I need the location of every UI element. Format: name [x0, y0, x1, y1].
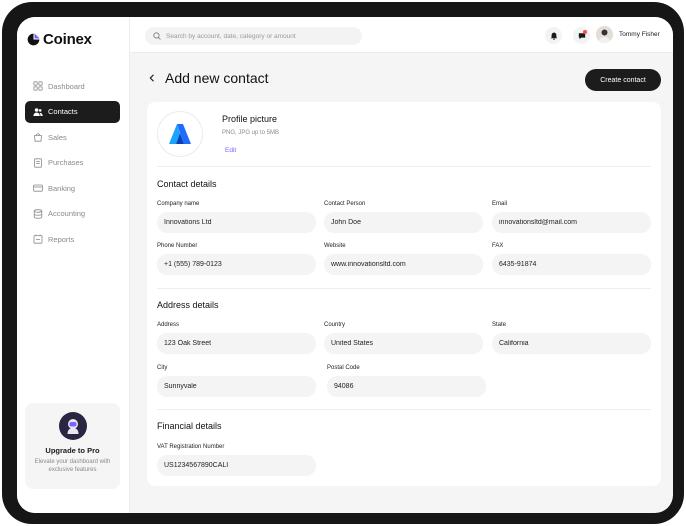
- sidebar-item-purchases[interactable]: Purchases: [25, 152, 120, 174]
- upgrade-title: Upgrade to Pro: [45, 446, 100, 455]
- card-icon: [33, 184, 43, 192]
- contact-person-field: Contact Person: [324, 201, 483, 233]
- profile-picture-hint: PNG, JPG up to 5MB: [222, 130, 280, 136]
- create-contact-button[interactable]: Create contact: [585, 69, 661, 91]
- coinex-logo-icon: [27, 33, 40, 46]
- field-label: Address: [157, 322, 180, 328]
- email-input[interactable]: [492, 212, 651, 233]
- contact-form-card: Profile picture PNG, JPG up to 5MB Edit …: [147, 102, 661, 486]
- city-field: City: [157, 365, 316, 397]
- company-logo-icon: [169, 124, 191, 144]
- bell-icon: [550, 32, 557, 40]
- edit-picture-link[interactable]: Edit: [225, 147, 236, 154]
- city-input[interactable]: [157, 376, 316, 397]
- avatar: [596, 26, 613, 43]
- field-label: Contact Person: [324, 201, 366, 207]
- page-header: Add new contact: [147, 70, 269, 86]
- financial-details-title: Financial details: [157, 421, 222, 431]
- search-box[interactable]: [145, 27, 362, 45]
- website-input[interactable]: [324, 254, 483, 275]
- report-icon: [33, 234, 43, 244]
- phone-input[interactable]: [157, 254, 316, 275]
- main-content: Add new contact Create contact Profile p…: [130, 53, 673, 513]
- divider: [157, 409, 651, 410]
- company-name-input[interactable]: [157, 212, 316, 233]
- sidebar-item-label: Reports: [48, 234, 75, 244]
- sidebar-item-banking[interactable]: Banking: [25, 177, 120, 199]
- contact-details-title: Contact details: [157, 179, 217, 189]
- search-icon: [153, 32, 161, 40]
- website-field: Website: [324, 243, 483, 275]
- sidebar-item-label: Sales: [48, 132, 67, 142]
- page-title: Add new contact: [165, 70, 269, 86]
- postal-code-input[interactable]: [327, 376, 486, 397]
- state-input[interactable]: [492, 333, 651, 354]
- address-field: Address: [157, 322, 316, 354]
- field-label: State: [492, 322, 507, 328]
- top-bar: Tommy Fisher: [130, 17, 673, 53]
- fax-field: FAX: [492, 243, 651, 275]
- vat-number-field: VAT Registration Number: [157, 444, 316, 476]
- messages-button[interactable]: [573, 27, 590, 44]
- profile-picture-title: Profile picture: [222, 114, 278, 124]
- country-input[interactable]: [324, 333, 483, 354]
- users-icon: [33, 107, 43, 116]
- divider: [157, 288, 651, 289]
- user-photo-icon: [596, 26, 613, 43]
- sidebar-item-label: Contacts: [48, 107, 78, 116]
- database-icon: [33, 208, 43, 219]
- field-label: Phone Number: [157, 243, 198, 249]
- upgrade-card[interactable]: Upgrade to Pro Elevate your dashboard wi…: [25, 403, 120, 489]
- sidebar-item-dashboard[interactable]: Dashboard: [25, 75, 120, 97]
- app-logo[interactable]: Coinex: [27, 31, 92, 48]
- field-label: FAX: [492, 243, 504, 249]
- sidebar-item-label: Banking: [48, 183, 76, 193]
- postal-code-field: Postal Code: [327, 365, 486, 397]
- sidebar-item-label: Purchases: [48, 158, 84, 167]
- bag-icon: [34, 133, 42, 142]
- address-input[interactable]: [157, 333, 316, 354]
- contact-person-input[interactable]: [324, 212, 483, 233]
- field-label: Postal Code: [327, 365, 360, 371]
- fax-input[interactable]: [492, 254, 651, 275]
- sidebar: Coinex Dashboard Contacts Sales Purchase…: [17, 17, 130, 513]
- email-field: Email: [492, 201, 651, 233]
- notifications-button[interactable]: [545, 27, 562, 44]
- dashboard-icon: [33, 81, 43, 91]
- field-label: Company name: [157, 201, 200, 207]
- field-label: Website: [324, 243, 346, 249]
- app-name: Coinex: [43, 31, 92, 48]
- profile-picture[interactable]: [157, 111, 203, 157]
- device-frame: Coinex Dashboard Contacts Sales Purchase…: [2, 2, 684, 524]
- receipt-icon: [34, 157, 42, 168]
- field-label: City: [157, 365, 168, 371]
- upgrade-avatar: [58, 412, 87, 440]
- sidebar-nav: Dashboard Contacts Sales Purchases Banki…: [25, 75, 120, 254]
- field-label: Country: [324, 322, 346, 328]
- user-menu[interactable]: Tommy Fisher: [596, 26, 660, 43]
- sidebar-item-label: Accounting: [48, 209, 86, 218]
- address-details-title: Address details: [157, 300, 219, 310]
- sidebar-item-contacts[interactable]: Contacts: [25, 100, 120, 123]
- phone-field: Phone Number: [157, 243, 316, 275]
- sidebar-item-accounting[interactable]: Accounting: [25, 203, 120, 225]
- upgrade-subtitle: Elevate your dashboard with exclusive fe…: [34, 459, 111, 473]
- state-field: State: [492, 322, 651, 354]
- sidebar-item-label: Dashboard: [48, 81, 85, 91]
- app-screen: Coinex Dashboard Contacts Sales Purchase…: [17, 17, 673, 513]
- vat-number-input[interactable]: [157, 455, 316, 476]
- user-name: Tommy Fisher: [619, 31, 660, 38]
- country-field: Country: [324, 322, 483, 354]
- search-input[interactable]: [166, 32, 356, 40]
- field-label: Email: [492, 201, 508, 207]
- divider: [157, 166, 651, 167]
- company-name-field: Company name: [157, 201, 316, 233]
- astronaut-icon: [67, 419, 78, 434]
- field-label: VAT Registration Number: [157, 444, 225, 450]
- back-arrow-icon[interactable]: [147, 73, 157, 83]
- sidebar-item-reports[interactable]: Reports: [25, 228, 120, 250]
- unread-dot: [583, 30, 587, 34]
- sidebar-item-sales[interactable]: Sales: [25, 126, 120, 148]
